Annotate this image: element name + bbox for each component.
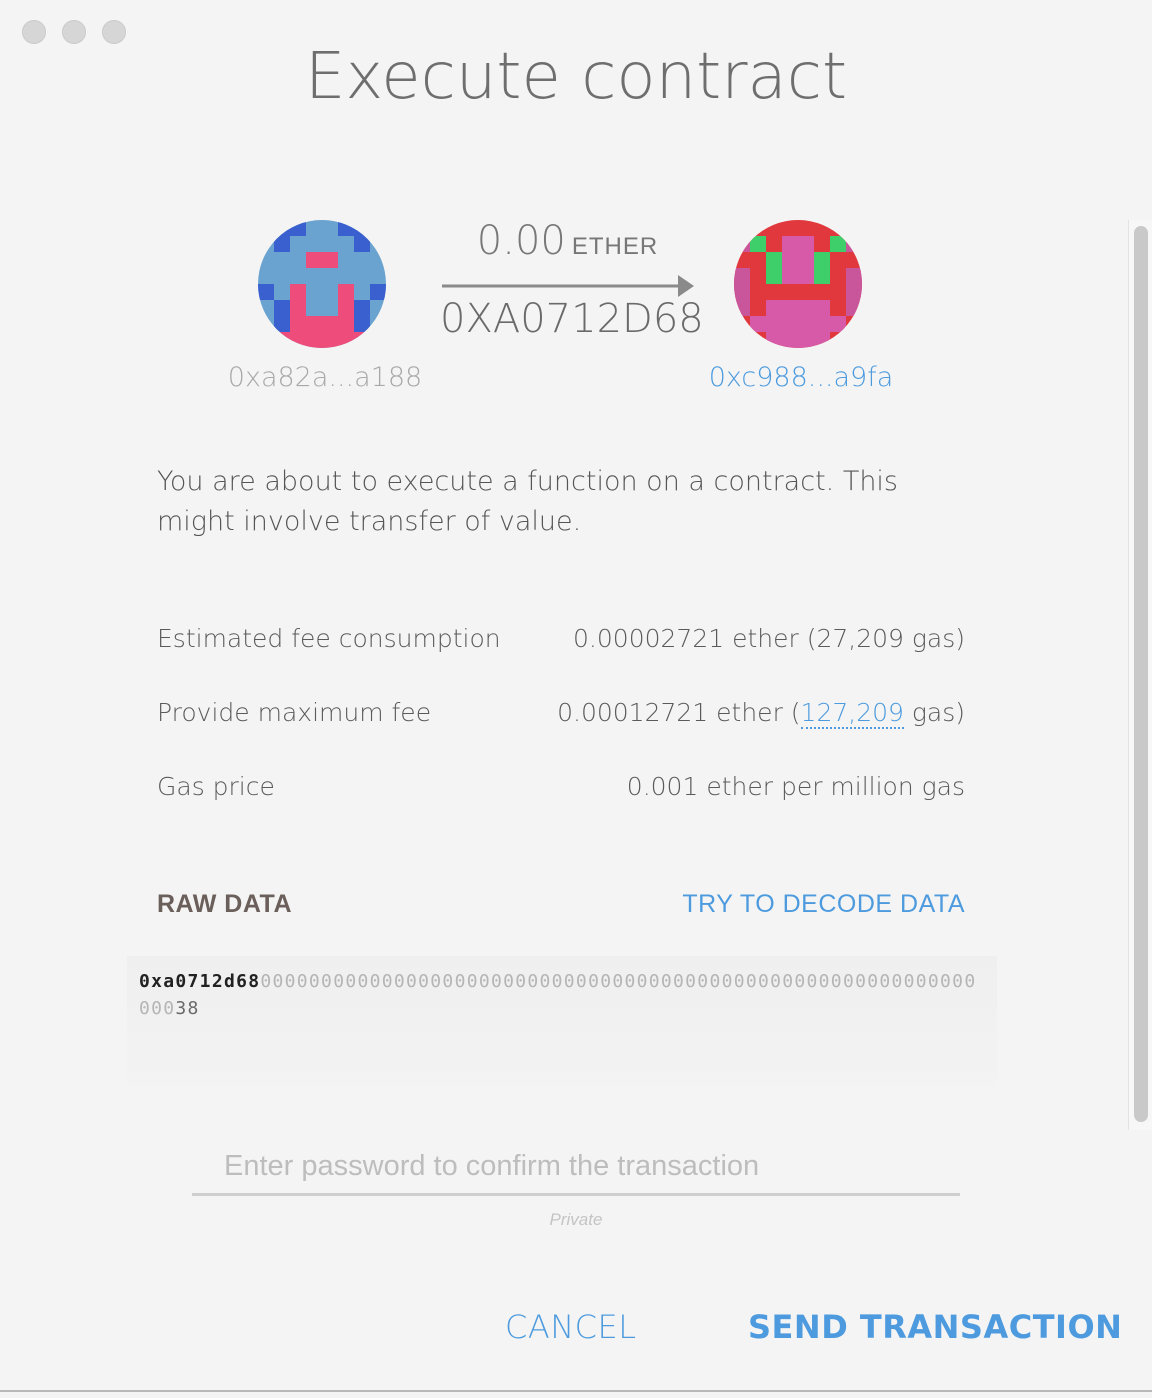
estimated-fee-label: Estimated fee consumption <box>157 624 501 653</box>
from-address: 0xa82a...a188 <box>227 362 423 393</box>
raw-data-padding: 0000000000000000000000000000000000000000… <box>139 971 977 1019</box>
amount-value: 0.00 <box>476 218 566 264</box>
max-fee-value: 0.00012721 ether (127,209 gas) <box>557 698 965 729</box>
send-transaction-button[interactable]: SEND TRANSACTION <box>748 1308 1122 1346</box>
from-account-identicon-icon <box>258 220 386 348</box>
amount-unit: ETHER <box>571 233 659 260</box>
cancel-button[interactable]: CANCEL <box>505 1308 637 1346</box>
raw-data-tail: 38 <box>175 998 200 1019</box>
gas-price-label: Gas price <box>157 772 275 801</box>
execution-description: You are about to execute a function on a… <box>157 466 898 537</box>
execute-contract-window: Execute contract 0xa82a...a188 0.00 ETHE… <box>0 0 1152 1392</box>
gas-price-value: 0.001 ether per million gas <box>626 772 965 801</box>
password-hint: Private <box>549 1210 603 1229</box>
estimated-fee-row: Estimated fee consumption 0.00002721 eth… <box>157 624 965 653</box>
scrollbar-thumb[interactable] <box>1134 226 1148 1122</box>
arrow-right-icon <box>442 275 694 297</box>
to-address-link[interactable]: 0xc988...a9fa <box>696 362 906 393</box>
max-fee-label: Provide maximum fee <box>157 698 432 727</box>
page-title: Execute contract <box>304 40 848 114</box>
max-gas-edit-link[interactable]: 127,209 <box>800 698 904 729</box>
max-fee-row: Provide maximum fee 0.00012721 ether (12… <box>157 698 965 729</box>
transfer-amount: 0.00 ETHER <box>440 218 695 264</box>
raw-data-header: RAW DATA TRY TO DECODE DATA <box>157 890 965 919</box>
estimated-fee-value: 0.00002721 ether (27,209 gas) <box>573 624 965 653</box>
decode-data-button[interactable]: TRY TO DECODE DATA <box>682 890 965 919</box>
raw-data-box: 0xa0712d68000000000000000000000000000000… <box>127 956 997 1086</box>
scrollbar[interactable] <box>1128 220 1152 1130</box>
contract-function-label: 0XA0712D68 <box>440 296 704 342</box>
gas-price-row: Gas price 0.001 ether per million gas <box>157 772 965 801</box>
raw-data-label: RAW DATA <box>157 890 292 918</box>
max-fee-prefix: 0.00012721 ether ( <box>557 698 801 727</box>
raw-data-method: 0xa0712d68 <box>139 971 261 992</box>
password-input[interactable] <box>192 1140 960 1196</box>
to-contract-identicon-icon <box>734 220 862 348</box>
max-fee-suffix: gas) <box>903 698 965 727</box>
